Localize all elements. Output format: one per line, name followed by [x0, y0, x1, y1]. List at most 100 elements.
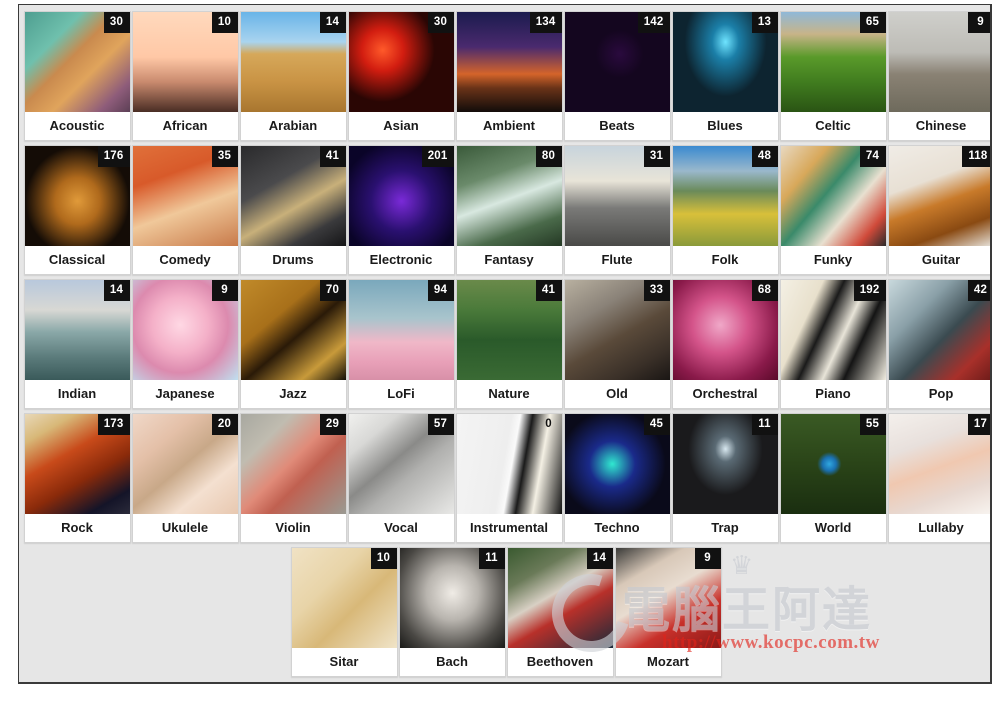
category-thumbnail[interactable]: 118: [888, 146, 990, 246]
category-card[interactable]: 74 Funky: [779, 145, 887, 275]
category-thumbnail[interactable]: 173: [24, 414, 130, 514]
category-card[interactable]: 29 Violin: [239, 413, 347, 543]
category-thumbnail[interactable]: 192: [780, 280, 886, 380]
category-thumbnail[interactable]: 57: [348, 414, 454, 514]
category-thumbnail[interactable]: 55: [780, 414, 886, 514]
category-card[interactable]: 41 Nature: [455, 279, 563, 409]
category-card[interactable]: 30 Acoustic: [23, 11, 131, 141]
track-count-badge: 10: [211, 12, 238, 33]
category-card[interactable]: 134 Ambient: [455, 11, 563, 141]
category-thumbnail[interactable]: 80: [456, 146, 562, 246]
category-card[interactable]: 94 LoFi: [347, 279, 455, 409]
category-card[interactable]: 176 Classical: [23, 145, 131, 275]
category-thumbnail[interactable]: 14: [507, 548, 613, 648]
category-card[interactable]: 14 Arabian: [239, 11, 347, 141]
category-card[interactable]: 192 Piano: [779, 279, 887, 409]
category-card[interactable]: 10 Sitar: [290, 547, 398, 677]
category-thumbnail[interactable]: 142: [564, 12, 670, 112]
category-thumbnail[interactable]: 14: [24, 280, 130, 380]
category-card[interactable]: 9 Mozart: [614, 547, 722, 677]
category-label: Nature: [456, 380, 562, 408]
category-thumbnail[interactable]: 94: [348, 280, 454, 380]
category-card[interactable]: 57 Vocal: [347, 413, 455, 543]
category-thumbnail[interactable]: 30: [24, 12, 130, 112]
track-count-badge: 29: [319, 414, 346, 435]
category-thumbnail[interactable]: 11: [399, 548, 505, 648]
category-thumbnail[interactable]: 10: [291, 548, 397, 648]
category-card[interactable]: 14 Beethoven: [506, 547, 614, 677]
category-thumbnail[interactable]: 9: [888, 12, 990, 112]
track-count-badge: 30: [103, 12, 130, 33]
category-thumbnail[interactable]: 33: [564, 280, 670, 380]
category-grid: 30 Acoustic 10 African 14 Arabian 30 Asian 134 Am…: [19, 5, 990, 681]
category-card[interactable]: 11 Trap: [671, 413, 779, 543]
category-label: Trap: [672, 514, 778, 542]
category-row: 14 Indian 9 Japanese 70 Jazz 94 LoFi 41 Nature 33 O…: [23, 279, 990, 409]
category-card[interactable]: 42 Pop: [887, 279, 990, 409]
category-card[interactable]: 70 Jazz: [239, 279, 347, 409]
track-count-badge: 14: [103, 280, 130, 301]
track-count-badge: 17: [967, 414, 990, 435]
window-frame: 30 Acoustic 10 African 14 Arabian 30 Asian 134 Am…: [18, 4, 992, 684]
category-thumbnail[interactable]: 45: [564, 414, 670, 514]
category-card[interactable]: 33 Old: [563, 279, 671, 409]
category-thumbnail[interactable]: 30: [348, 12, 454, 112]
category-card[interactable]: 35 Comedy: [131, 145, 239, 275]
category-thumbnail[interactable]: 9: [132, 280, 238, 380]
category-thumbnail[interactable]: 176: [24, 146, 130, 246]
category-thumbnail[interactable]: 201: [348, 146, 454, 246]
category-thumbnail[interactable]: 74: [780, 146, 886, 246]
category-card[interactable]: 11 Bach: [398, 547, 506, 677]
category-thumbnail[interactable]: 68: [672, 280, 778, 380]
category-thumbnail[interactable]: 14: [240, 12, 346, 112]
category-thumbnail[interactable]: 11: [672, 414, 778, 514]
category-thumbnail[interactable]: 29: [240, 414, 346, 514]
category-label: Acoustic: [24, 112, 130, 140]
category-card[interactable]: 65 Celtic: [779, 11, 887, 141]
category-card[interactable]: 173 Rock: [23, 413, 131, 543]
track-count-badge: 35: [211, 146, 238, 167]
category-card[interactable]: 80 Fantasy: [455, 145, 563, 275]
category-thumbnail[interactable]: 41: [456, 280, 562, 380]
category-card[interactable]: 9 Japanese: [131, 279, 239, 409]
category-card[interactable]: 41 Drums: [239, 145, 347, 275]
category-card[interactable]: 45 Techno: [563, 413, 671, 543]
category-label: Instrumental: [456, 514, 562, 542]
category-card[interactable]: 201 Electronic: [347, 145, 455, 275]
category-card[interactable]: 30 Asian: [347, 11, 455, 141]
category-label: Asian: [348, 112, 454, 140]
category-card[interactable]: 48 Folk: [671, 145, 779, 275]
category-card[interactable]: 9 Chinese: [887, 11, 990, 141]
category-label: Beethoven: [507, 648, 613, 676]
category-thumbnail[interactable]: 31: [564, 146, 670, 246]
category-thumbnail[interactable]: 9: [615, 548, 721, 648]
category-card[interactable]: 10 African: [131, 11, 239, 141]
category-thumbnail[interactable]: 65: [780, 12, 886, 112]
category-card[interactable]: 68 Orchestral: [671, 279, 779, 409]
category-thumbnail[interactable]: 10: [132, 12, 238, 112]
category-card[interactable]: 31 Flute: [563, 145, 671, 275]
category-thumbnail[interactable]: 20: [132, 414, 238, 514]
category-card[interactable]: 0 Instrumental: [455, 413, 563, 543]
category-card[interactable]: 17 Lullaby: [887, 413, 990, 543]
category-card[interactable]: 142 Beats: [563, 11, 671, 141]
category-thumbnail[interactable]: 17: [888, 414, 990, 514]
category-label: Ukulele: [132, 514, 238, 542]
category-card[interactable]: 55 World: [779, 413, 887, 543]
category-card[interactable]: 118 Guitar: [887, 145, 990, 275]
category-thumbnail[interactable]: 0: [456, 414, 562, 514]
category-thumbnail[interactable]: 134: [456, 12, 562, 112]
category-thumbnail[interactable]: 70: [240, 280, 346, 380]
category-card[interactable]: 14 Indian: [23, 279, 131, 409]
track-count-badge: 41: [319, 146, 346, 167]
category-card[interactable]: 20 Ukulele: [131, 413, 239, 543]
category-thumbnail[interactable]: 35: [132, 146, 238, 246]
category-thumbnail[interactable]: 13: [672, 12, 778, 112]
track-count-badge: 192: [853, 280, 886, 301]
category-label: Bach: [399, 648, 505, 676]
category-thumbnail[interactable]: 48: [672, 146, 778, 246]
category-label: Funky: [780, 246, 886, 274]
category-thumbnail[interactable]: 42: [888, 280, 990, 380]
category-card[interactable]: 13 Blues: [671, 11, 779, 141]
category-thumbnail[interactable]: 41: [240, 146, 346, 246]
